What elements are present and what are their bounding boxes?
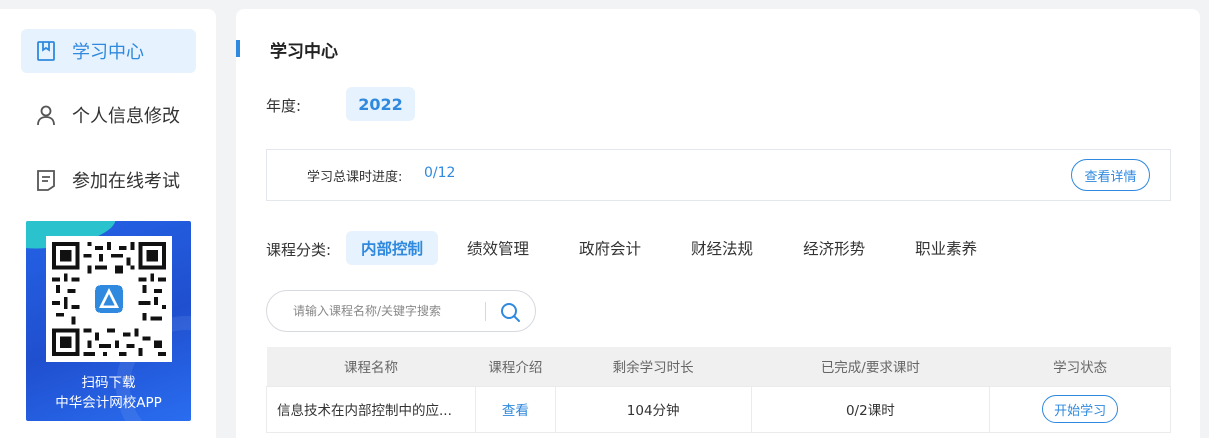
column-header-remaining-time: 剩余学习时长 <box>555 347 752 386</box>
category-tabs: 内部控制 绩效管理 政府会计 财经法规 经济形势 职业素养 <box>346 231 1004 265</box>
tab-performance-management[interactable]: 绩效管理 <box>452 231 544 265</box>
sidebar-item-label: 个人信息修改 <box>72 106 180 127</box>
document-icon <box>35 169 57 191</box>
promo-line-scan: 扫码下载 <box>81 375 136 391</box>
tab-professional-quality[interactable]: 职业素养 <box>900 231 992 265</box>
year-selector[interactable]: 2022 <box>346 87 415 121</box>
course-name-cell: 信息技术在内部控制中的应... <box>266 385 476 433</box>
page-title: 学习中心 <box>270 42 338 62</box>
start-learning-button[interactable]: 开始学习 <box>1042 395 1119 423</box>
qr-code <box>46 236 172 362</box>
view-details-button[interactable]: 查看详情 <box>1071 159 1150 191</box>
remaining-time-cell: 104分钟 <box>554 385 752 433</box>
title-accent-bar <box>236 40 240 57</box>
table-header-row: 课程名称 课程介绍 剩余学习时长 已完成/要求课时 学习状态 <box>266 347 1171 386</box>
tab-internal-control[interactable]: 内部控制 <box>346 231 439 265</box>
column-header-status: 学习状态 <box>989 347 1171 386</box>
category-label: 课程分类: <box>266 241 332 259</box>
tab-economic-situation[interactable]: 经济形势 <box>788 231 880 265</box>
search-divider <box>485 302 486 321</box>
search-icon[interactable] <box>499 301 521 323</box>
progress-label: 学习总课时进度: <box>307 170 403 185</box>
tab-finance-regulations[interactable]: 财经法规 <box>676 231 768 265</box>
sidebar-item-label: 学习中心 <box>72 42 144 63</box>
course-table: 课程名称 课程介绍 剩余学习时长 已完成/要求课时 学习状态 信息技术在内部控制… <box>266 347 1171 433</box>
column-header-intro: 课程介绍 <box>475 347 556 386</box>
sidebar-item-learning-center[interactable]: 学习中心 <box>21 29 196 73</box>
progress-value: 0/12 <box>424 165 456 181</box>
sidebar-item-online-exam[interactable]: 参加在线考试 <box>21 158 196 202</box>
course-search <box>266 290 536 332</box>
sidebar-item-label: 参加在线考试 <box>72 171 180 192</box>
search-input[interactable] <box>293 301 473 321</box>
year-label: 年度: <box>266 97 302 115</box>
completed-hours-cell: 0/2课时 <box>750 385 991 433</box>
column-header-course-name: 课程名称 <box>266 347 476 386</box>
main-panel: 学习中心 年度: 2022 学习总课时进度: 0/12 查看详情 课程分类: 内… <box>236 9 1200 438</box>
sidebar: 学习中心 个人信息修改 参加在线考试 扫码下载 中华会计网校APP <box>0 9 216 438</box>
sidebar-item-profile-edit[interactable]: 个人信息修改 <box>21 93 196 137</box>
progress-summary: 学习总课时进度: 0/12 查看详情 <box>266 149 1171 201</box>
status-cell: 开始学习 <box>989 385 1171 433</box>
user-icon <box>35 104 57 126</box>
bookmark-icon <box>35 40 57 62</box>
column-header-completed-hours: 已完成/要求课时 <box>751 347 990 386</box>
promo-line-app: 中华会计网校APP <box>55 395 162 411</box>
table-row: 信息技术在内部控制中的应... 查看 104分钟 0/2课时 开始学习 <box>266 385 1171 433</box>
app-download-promo: 扫码下载 中华会计网校APP <box>26 221 191 421</box>
view-intro-link[interactable]: 查看 <box>474 385 556 433</box>
promo-text: 扫码下载 中华会计网校APP <box>26 373 191 413</box>
tab-government-accounting[interactable]: 政府会计 <box>564 231 656 265</box>
